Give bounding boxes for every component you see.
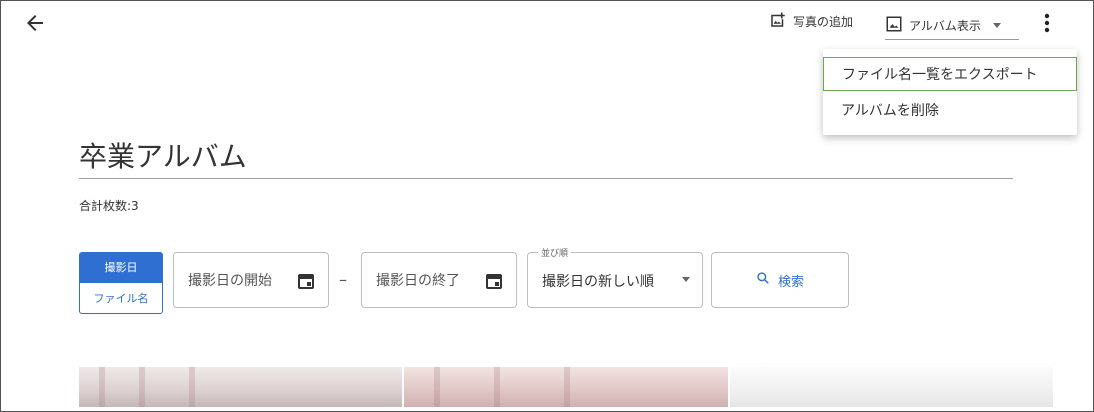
date-end-placeholder: 撮影日の終了 [376,273,460,289]
menu-item-delete-album[interactable]: アルバムを削除 [823,93,1077,127]
menu-item-label: アルバムを削除 [841,103,939,119]
caret-down-icon [682,277,690,282]
date-start-field[interactable]: 撮影日の開始 [173,252,329,308]
search-button[interactable]: 検索 [711,252,849,308]
sort-label: 並び順 [538,246,572,259]
add-photo-button[interactable]: 写真の追加 [769,11,853,32]
date-start-placeholder: 撮影日の開始 [188,273,272,289]
menu-item-label: ファイル名一覧をエクスポート [842,67,1038,83]
photo-detail [139,367,145,407]
sort-order-select[interactable]: 並び順 撮影日の新しい順 [527,246,703,308]
date-end-field[interactable]: 撮影日の終了 [361,252,517,308]
photo-detail [434,367,441,407]
search-label: 検索 [777,274,804,290]
photo-detail [494,367,501,407]
photo-thumbnail[interactable] [729,367,1053,407]
calendar-icon[interactable] [486,273,502,289]
title-divider [79,178,1013,179]
album-view-select[interactable]: アルバム表示 [885,11,1019,40]
app-frame: 写真の追加 アルバム表示 ファイル名一覧をエクスポート アルバムを削除 卒業アル… [0,0,1094,412]
date-range-separator: – [339,270,347,289]
sort-value: 撮影日の新しい順 [542,274,654,290]
search-icon [756,271,770,289]
add-photo-label: 写真の追加 [793,15,854,29]
image-icon [885,15,903,36]
album-title: 卒業アルバム [79,140,247,173]
menu-item-export-filenames[interactable]: ファイル名一覧をエクスポート [823,57,1077,91]
toggle-file-name[interactable]: ファイル名 [79,282,163,314]
photo-thumbnail[interactable] [404,367,728,407]
filter-mode-toggle: 撮影日 ファイル名 [79,252,163,314]
caret-down-icon [992,22,1001,28]
toggle-shooting-date[interactable]: 撮影日 [79,252,163,282]
add-photo-icon [769,11,787,32]
photo-thumbnail[interactable] [79,367,403,407]
album-view-label: アルバム表示 [909,18,981,33]
photo-detail [564,367,571,407]
overflow-menu: ファイル名一覧をエクスポート アルバムを削除 [823,49,1077,135]
photo-detail [189,367,195,407]
calendar-icon[interactable] [298,273,314,289]
more-vert-icon[interactable] [1039,11,1055,35]
photo-detail [99,367,105,407]
total-count: 合計枚数:3 [79,199,139,213]
photo-grid [79,367,1053,407]
back-arrow-icon[interactable] [23,11,47,35]
